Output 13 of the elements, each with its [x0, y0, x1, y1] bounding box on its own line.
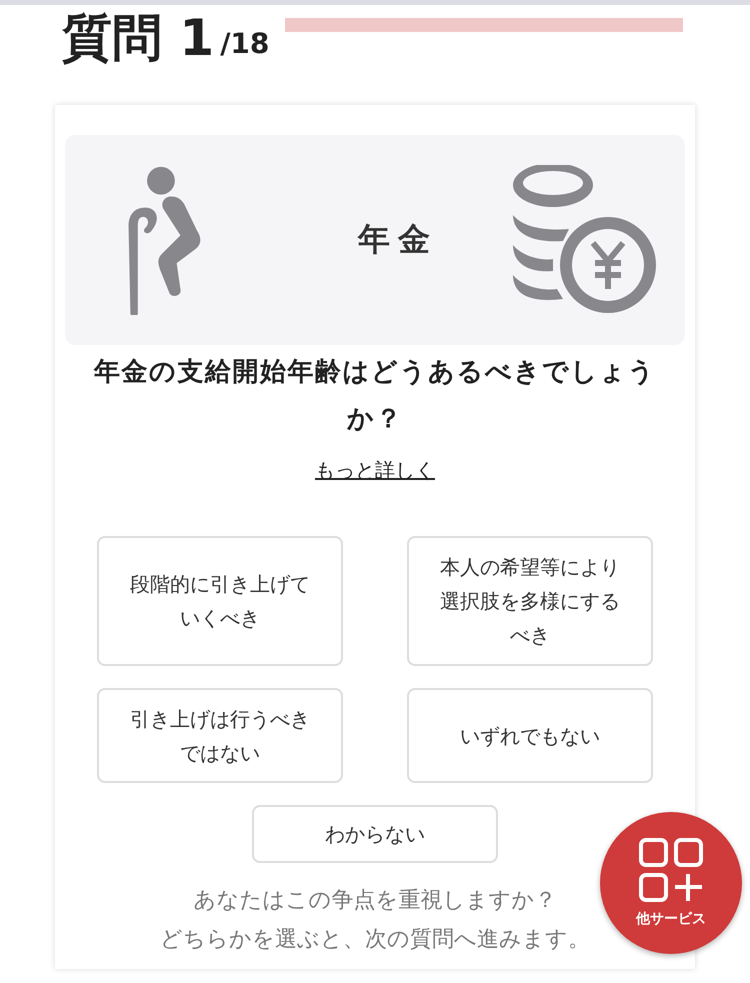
answer-option[interactable]: いずれでもない	[407, 688, 653, 783]
instruction-text: あなたはこの争点を重視しますか？	[194, 887, 556, 915]
question-title: 質問 1	[62, 8, 214, 69]
answer-option[interactable]: 引き上げは行うべきではない	[97, 688, 343, 783]
answer-option[interactable]: わからない	[252, 805, 498, 863]
question-text: 年金の支給開始年齢はどうあるべきでしょうか？	[92, 356, 657, 436]
question-total: /18	[220, 27, 270, 60]
answer-option[interactable]: 段階的に引き上げていくべき	[97, 536, 343, 666]
instruction-text: どちらかを選ぶと、次の質問へ進みます。	[160, 926, 590, 954]
answer-option[interactable]: 本人の希望等により選択肢を多様にするべき	[407, 536, 653, 666]
topic-title: 年金	[358, 219, 438, 260]
apps-grid-icon	[639, 838, 703, 902]
more-details-link[interactable]: もっと詳しく	[315, 457, 435, 484]
